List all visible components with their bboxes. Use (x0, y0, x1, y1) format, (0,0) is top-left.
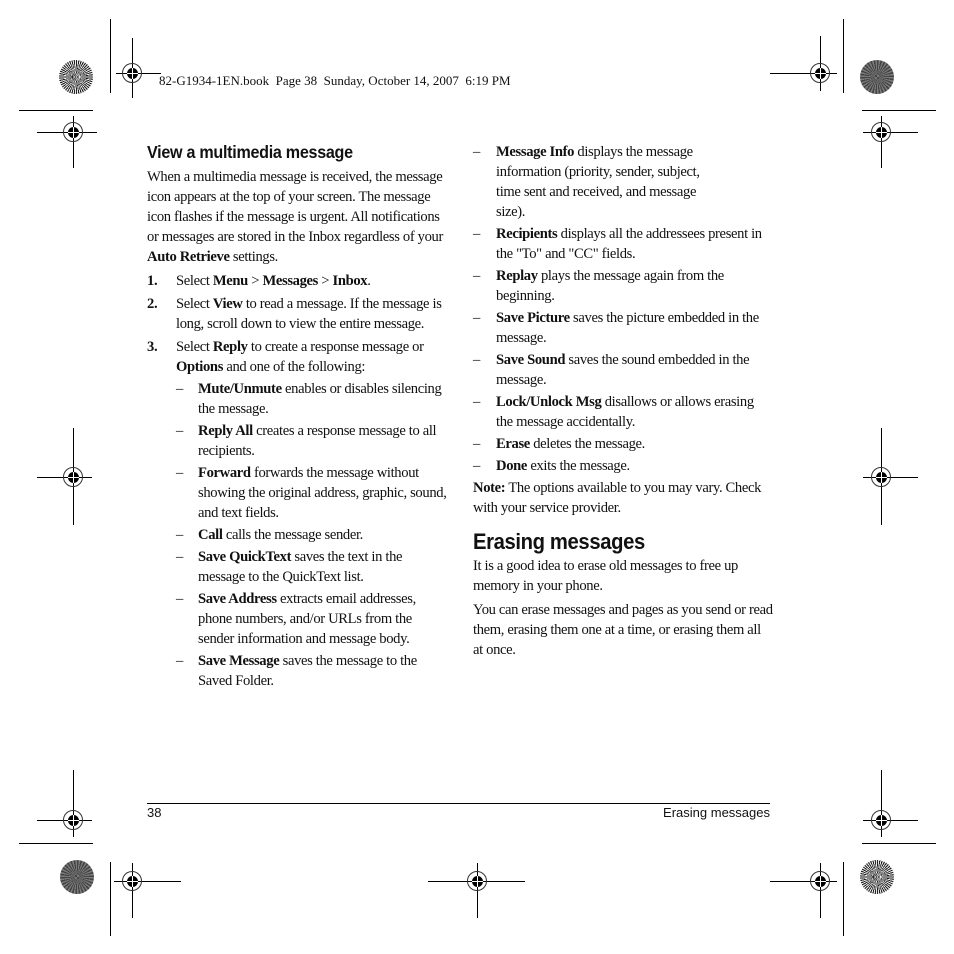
step-number: 3. (147, 339, 158, 355)
option-name: Replay (496, 268, 538, 284)
trim-line (19, 110, 93, 111)
option-name: Recipients (496, 226, 558, 242)
option-item: – Call calls the message sender. (176, 527, 363, 543)
step-item: 1. Select Menu > Messages > Inbox. (147, 273, 371, 289)
option-name: Save QuickText (198, 549, 292, 565)
option-item: – Save Address extracts email addresses, … (176, 591, 416, 647)
trim-line (862, 843, 936, 844)
option-name: Lock/Unlock Msg (496, 394, 602, 410)
option-item: – Mute/Unmute enables or disables silenci… (176, 381, 442, 417)
option-item: – Done exits the message. (473, 458, 630, 474)
trim-line (862, 110, 936, 111)
right-column: – Message Info displays the message infor… (473, 142, 773, 664)
option-item: – Recipients displays all the addressees … (473, 226, 762, 262)
footer-rule (147, 803, 770, 804)
option-item: – Message Info displays the message infor… (473, 144, 700, 220)
paragraph: It is a good idea to erase old messages … (473, 558, 738, 594)
running-footer-title: Erasing messages (663, 805, 770, 820)
trim-line (843, 862, 844, 936)
option-item: – Lock/Unlock Msg disallows or allows era… (473, 394, 754, 430)
option-item: – Replay plays the message again from the… (473, 268, 724, 304)
section-heading: Erasing messages (473, 529, 645, 554)
star-target-icon (860, 860, 894, 894)
intro-paragraph: When a multimedia message is received, t… (147, 169, 443, 265)
option-name: Save Address (198, 591, 277, 607)
option-item: – Save Picture saves the picture embedded… (473, 310, 759, 346)
star-target-icon (60, 860, 94, 894)
paragraph: You can erase messages and pages as you … (473, 602, 773, 658)
option-item: – Save Message saves the message to the S… (176, 653, 417, 689)
star-target-icon (59, 60, 93, 94)
option-name: Forward (198, 465, 251, 481)
option-name: Save Sound (496, 352, 566, 368)
option-name: Save Message (198, 653, 280, 669)
option-name: Mute/Unmute (198, 381, 282, 397)
option-name: Call (198, 527, 223, 543)
note-label: Note: (473, 480, 506, 496)
option-item: – Reply All creates a response message to… (176, 423, 437, 459)
options-list-continued: – Message Info displays the message infor… (473, 142, 773, 476)
option-name: Message Info (496, 144, 575, 160)
step-item: 3. Select Reply to create a response mes… (147, 339, 447, 691)
option-item: – Forward forwards the message without sh… (176, 465, 447, 521)
star-target-icon (860, 60, 894, 94)
note: Note: The options available to you may v… (473, 480, 762, 516)
step-number: 2. (147, 296, 158, 312)
option-item: – Save QuickText saves the text in the me… (176, 549, 403, 585)
trim-line (19, 843, 93, 844)
trim-line (110, 19, 111, 93)
print-slug: 82-G1934-1EN.book Page 38 Sunday, Octobe… (159, 73, 511, 88)
setting-name: Auto Retrieve (147, 249, 230, 265)
option-item: – Save Sound saves the sound embedded in … (473, 352, 750, 388)
steps-list: 1. Select Menu > Messages > Inbox. 2. Se… (147, 271, 447, 691)
section-heading: View a multimedia message (147, 142, 353, 162)
option-item: – Erase deletes the message. (473, 436, 645, 452)
option-name: Reply All (198, 423, 253, 439)
option-name: Erase (496, 436, 530, 452)
step-item: 2. Select View to read a message. If the… (147, 296, 442, 332)
trim-line (110, 862, 111, 936)
option-name: Save Picture (496, 310, 570, 326)
option-name: Done (496, 458, 528, 474)
options-list: – Mute/Unmute enables or disables silenci… (176, 379, 447, 691)
step-number: 1. (147, 273, 158, 289)
trim-line (843, 19, 844, 93)
left-column: View a multimedia message When a multime… (147, 142, 447, 694)
page-number: 38 (147, 805, 162, 820)
